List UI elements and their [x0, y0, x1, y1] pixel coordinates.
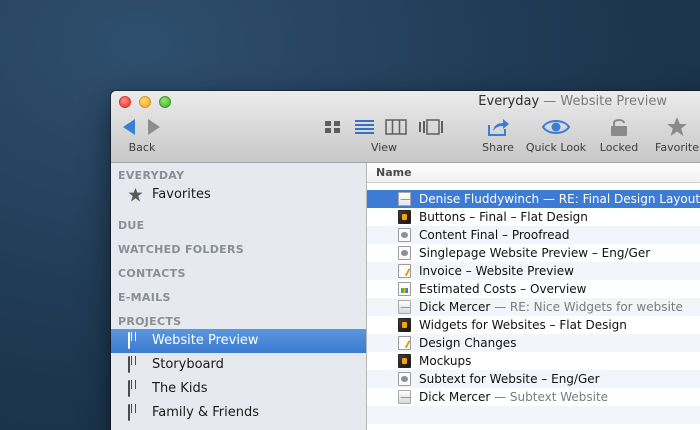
sidebar-header-watched-folders[interactable]: WATCHED FOLDERS [118, 243, 244, 256]
lock-icon [611, 119, 627, 136]
window-title-sub: — Website Preview [543, 94, 667, 109]
list-item-title: Dick Mercer [419, 390, 491, 404]
quick-look-label: Quick Look [525, 141, 587, 154]
back-label: Back [128, 141, 156, 154]
eye-icon [541, 120, 571, 134]
sidebar-item-label: The Kids [152, 381, 208, 396]
document-icon [398, 246, 411, 260]
list-item-subtitle: — Subtext Website [490, 390, 609, 404]
list-item[interactable]: Dick Mercer — Subtext Website [367, 388, 700, 406]
sidebar-header-everyday: EVERYDAY [118, 169, 185, 182]
column-header-name[interactable]: Name [367, 163, 700, 183]
locked-button[interactable]: Locked [600, 117, 638, 157]
sketch-file-icon [398, 210, 411, 224]
list-item[interactable]: Invoice – Website Preview [367, 262, 700, 280]
close-window-button[interactable] [119, 96, 131, 108]
share-label: Share [482, 141, 514, 154]
sidebar-item-favorites[interactable]: Favorites [111, 183, 366, 207]
notebook-icon [128, 380, 143, 397]
window-title-main: Everyday [478, 94, 540, 109]
pages-file-icon [398, 336, 411, 350]
star-icon [667, 117, 687, 136]
list-item-title: Widgets for Websites – Flat Design [419, 318, 627, 332]
file-list: Name Denise Fluddywinch — RE: Final Desi… [367, 163, 700, 430]
sidebar-item-label: Storyboard [152, 357, 224, 372]
column-header-label: Name [376, 166, 412, 179]
sidebar-header-projects: PROJECTS [118, 315, 182, 328]
list-item[interactable]: Dick Mercer — RE: Nice Widgets for websi… [367, 298, 700, 316]
list-view-icon[interactable] [355, 120, 374, 134]
locked-label: Locked [599, 141, 639, 154]
list-item[interactable]: Singlepage Website Preview – Eng/Ger [367, 244, 700, 262]
sidebar-header-due[interactable]: DUE [118, 219, 144, 232]
icon-view-icon[interactable] [325, 121, 340, 133]
list-item[interactable]: Buttons – Final – Flat Design [367, 208, 700, 226]
list-item[interactable]: Widgets for Websites – Flat Design [367, 316, 700, 334]
sketch-file-icon [398, 354, 411, 368]
back-arrow-icon[interactable] [119, 117, 163, 137]
mail-icon [398, 192, 411, 206]
list-item[interactable]: Content Final – Proofread [367, 226, 700, 244]
back-forward-control: Back [119, 117, 163, 157]
list-item-subtitle: — RE: Final Design Layout [539, 192, 700, 206]
coverflow-view-icon[interactable] [419, 119, 443, 135]
list-item-title: Mockups [419, 354, 472, 368]
minimize-window-button[interactable] [139, 96, 151, 108]
list-item-title: Estimated Costs – Overview [419, 282, 587, 296]
list-item[interactable]: Design Changes [367, 334, 700, 352]
title-bar: Everyday — Website Preview Back View Sha… [111, 91, 700, 163]
app-window: Everyday — Website Preview Back View Sha… [111, 91, 700, 430]
numbers-file-icon [398, 282, 411, 296]
sidebar-item-website-preview[interactable]: Website Preview [111, 329, 366, 353]
sidebar-item-label: Website Preview [152, 333, 259, 348]
list-empty-row [367, 406, 700, 424]
favorite-button[interactable]: Favorite [655, 117, 699, 157]
pages-file-icon [398, 264, 411, 278]
mail-icon [398, 390, 411, 404]
zoom-window-button[interactable] [159, 96, 171, 108]
notebook-icon [128, 332, 143, 349]
window-title: Everyday — Website Preview [478, 94, 667, 109]
document-icon [398, 228, 411, 242]
list-item[interactable]: Subtext for Website – Eng/Ger [367, 370, 700, 388]
list-item-title: Dick Mercer [419, 300, 491, 314]
mail-icon [398, 300, 411, 314]
star-icon [128, 187, 143, 202]
sidebar: EVERYDAY Favorites DUE WATCHED FOLDERS C… [111, 163, 367, 430]
view-label: View [370, 141, 398, 154]
share-icon [488, 119, 509, 136]
list-item-subtitle: — RE: Nice Widgets for website [490, 300, 683, 314]
sidebar-header-emails[interactable]: E-MAILS [118, 291, 171, 304]
list-item-title: Design Changes [419, 336, 517, 350]
list-item[interactable]: Denise Fluddywinch — RE: Final Design La… [367, 190, 700, 208]
favorite-label: Favorite [655, 141, 699, 154]
quick-look-button[interactable]: Quick Look [526, 117, 586, 157]
document-icon [398, 372, 411, 386]
notebook-icon [128, 356, 143, 373]
sidebar-item-label: Favorites [152, 187, 211, 202]
sidebar-item-label: Family & Friends [152, 405, 259, 420]
notebook-icon [128, 404, 143, 421]
list-item[interactable]: Estimated Costs – Overview [367, 280, 700, 298]
list-item-title: Subtext for Website – Eng/Ger [419, 372, 600, 386]
sidebar-item-storyboard[interactable]: Storyboard [111, 353, 366, 377]
sidebar-item-family-friends[interactable]: Family & Friends [111, 401, 366, 425]
list-item-title: Invoice – Website Preview [419, 264, 574, 278]
view-control: View [323, 117, 445, 157]
list-item[interactable]: Mockups [367, 352, 700, 370]
list-item-title: Content Final – Proofread [419, 228, 570, 242]
view-mode-icons [325, 119, 443, 135]
column-view-icon[interactable] [385, 119, 407, 135]
sidebar-item-the-kids[interactable]: The Kids [111, 377, 366, 401]
sidebar-header-contacts[interactable]: CONTACTS [118, 267, 186, 280]
sketch-file-icon [398, 318, 411, 332]
list-item-title: Denise Fluddywinch [419, 192, 540, 206]
share-button[interactable]: Share [482, 117, 514, 157]
list-item-title: Singlepage Website Preview – Eng/Ger [419, 246, 651, 260]
list-item-title: Buttons – Final – Flat Design [419, 210, 588, 224]
